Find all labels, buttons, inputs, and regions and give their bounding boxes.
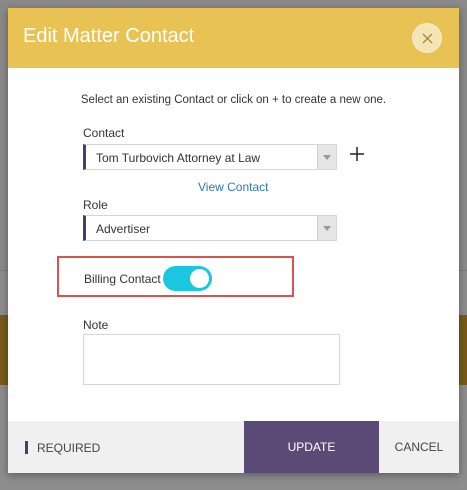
update-button[interactable]: UPDATE <box>244 421 379 473</box>
required-label: REQUIRED <box>37 441 101 455</box>
billing-contact-toggle[interactable] <box>163 266 212 291</box>
role-select[interactable]: Advertiser <box>83 215 337 241</box>
add-contact-button[interactable] <box>348 145 366 163</box>
edit-matter-contact-dialog: Edit Matter Contact Select an existing C… <box>8 8 459 473</box>
plus-icon <box>350 147 364 161</box>
instruction-text: Select an existing Contact or click on +… <box>80 94 387 106</box>
required-indicator <box>25 441 28 454</box>
contact-select[interactable]: Tom Turbovich Attorney at Law <box>83 144 337 170</box>
close-button[interactable] <box>412 23 442 53</box>
role-dropdown-arrow[interactable] <box>317 216 336 240</box>
note-textarea[interactable] <box>83 334 340 385</box>
role-select-value: Advertiser <box>96 222 151 236</box>
role-label: Role <box>83 198 108 212</box>
contact-select-value: Tom Turbovich Attorney at Law <box>96 151 261 165</box>
note-label: Note <box>83 318 109 332</box>
contact-label: Contact <box>83 126 125 140</box>
contact-dropdown-arrow[interactable] <box>317 145 336 169</box>
caret-down-icon <box>323 226 331 231</box>
view-contact-link[interactable]: View Contact <box>198 180 268 194</box>
billing-contact-label: Billing Contact <box>84 272 161 286</box>
toggle-knob <box>190 269 209 288</box>
close-icon <box>422 33 433 44</box>
dialog-title: Edit Matter Contact <box>23 25 195 47</box>
dialog-header: Edit Matter Contact <box>8 8 459 68</box>
dialog-footer: REQUIRED UPDATE CANCEL <box>8 421 459 473</box>
caret-down-icon <box>323 155 331 160</box>
cancel-button[interactable]: CANCEL <box>389 421 449 473</box>
